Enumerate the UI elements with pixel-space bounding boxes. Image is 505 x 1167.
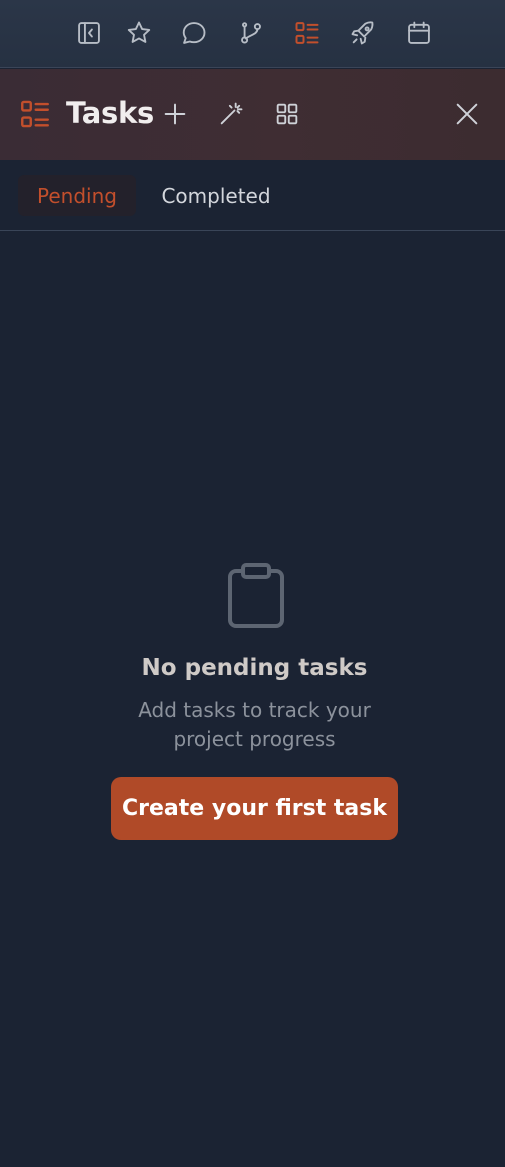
empty-state-title: No pending tasks	[141, 655, 368, 681]
star-icon[interactable]	[122, 16, 156, 50]
tasks-panel: Tasks Pending Completed No pending tasks…	[0, 0, 505, 1167]
chat-icon[interactable]	[177, 16, 211, 50]
sidebar-collapse-icon[interactable]	[72, 16, 106, 50]
panel-title: Tasks	[66, 96, 154, 130]
grid-view-button[interactable]	[272, 99, 302, 129]
tab-completed[interactable]: Completed	[152, 175, 280, 216]
panel-header: Tasks	[0, 69, 505, 160]
add-task-button[interactable]	[160, 99, 190, 129]
git-branch-icon[interactable]	[234, 16, 268, 50]
empty-state-description: Add tasks to track your project progress	[138, 698, 371, 751]
rocket-icon[interactable]	[346, 16, 380, 50]
calendar-icon[interactable]	[402, 16, 436, 50]
clipboard-icon	[226, 562, 286, 628]
ai-generate-button[interactable]	[216, 99, 246, 129]
magic-wand-icon	[220, 102, 243, 125]
top-toolbar	[0, 0, 505, 68]
grid-icon	[276, 103, 298, 125]
close-button[interactable]	[452, 99, 482, 129]
tasks-list-icon	[18, 97, 52, 131]
task-tabs: Pending Completed	[0, 160, 505, 231]
tasks-list-icon[interactable]	[290, 16, 324, 50]
close-icon	[456, 103, 478, 125]
plus-icon	[164, 103, 186, 125]
tab-pending[interactable]: Pending	[18, 175, 136, 216]
create-first-task-button[interactable]: Create your first task	[111, 777, 398, 840]
